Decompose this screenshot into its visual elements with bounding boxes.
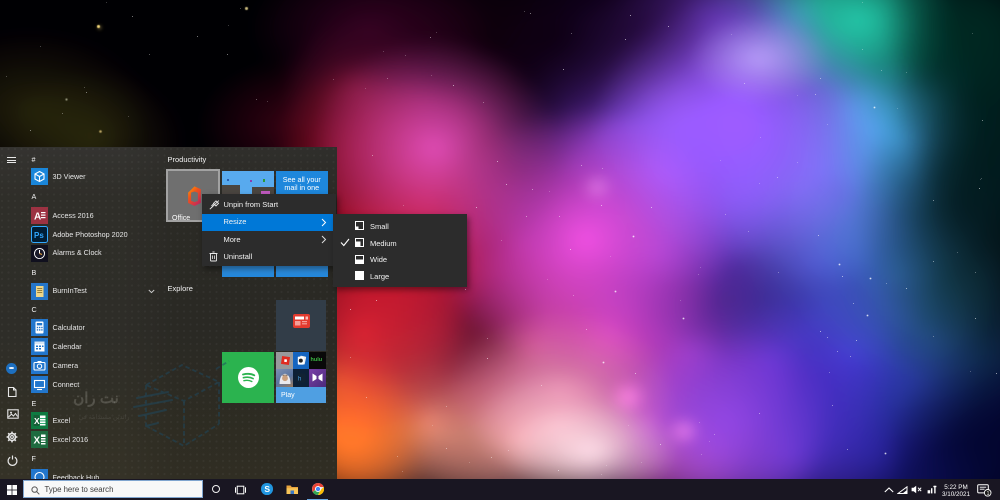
- svg-text:Ps: Ps: [34, 231, 44, 240]
- svg-text:1: 1: [987, 491, 990, 497]
- svg-text:h: h: [298, 376, 301, 382]
- svg-text:A: A: [34, 212, 41, 223]
- svg-text:X: X: [34, 436, 41, 447]
- svg-text:X: X: [34, 416, 40, 426]
